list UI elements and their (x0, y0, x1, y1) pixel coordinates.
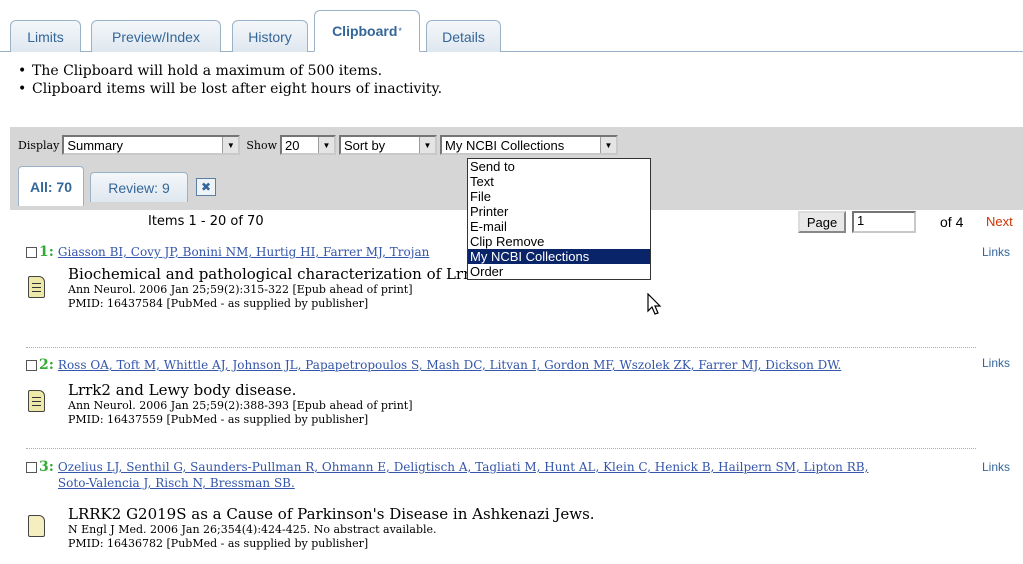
record-checkbox[interactable] (26, 360, 37, 371)
sort-select[interactable]: Sort by ▼ (339, 135, 437, 155)
page-total: of 4 (940, 214, 964, 230)
record-header: 3: Ozelius LJ, Senthil G, Saunders-Pullm… (26, 459, 868, 491)
record-source: Ann Neurol. 2006 Jan 25;59(2):388-393 [E… (68, 399, 413, 412)
record-title: Lrrk2 and Lewy body disease. (68, 381, 297, 399)
next-link[interactable]: Next (986, 214, 1013, 229)
dropdown-option-printer[interactable]: Printer (468, 204, 650, 219)
dropdown-option-text[interactable]: Text (468, 174, 650, 189)
note-item: Clipboard items will be lost after eight… (18, 80, 442, 98)
record-authors-line1[interactable]: Ozelius LJ, Senthil G, Saunders-Pullman … (58, 460, 868, 474)
record-authors-link[interactable]: Giasson BI, Covy JP, Bonini NM, Hurtig H… (58, 244, 429, 260)
page-button[interactable]: Page (798, 211, 846, 233)
record-title: LRRK2 G2019S as a Cause of Parkinson's D… (68, 505, 595, 523)
wrench-icon[interactable]: ✖ (196, 178, 216, 196)
page-input[interactable]: 1 (852, 211, 916, 233)
record-source: N Engl J Med. 2006 Jan 26;354(4):424-425… (68, 523, 437, 536)
record-pmid: PMID: 16437584 [PubMed - as supplied by … (68, 297, 369, 310)
clipboard-notes: The Clipboard will hold a maximum of 500… (18, 62, 442, 98)
show-select[interactable]: 20 ▼ (280, 135, 336, 155)
tab-all[interactable]: All: 70 (18, 166, 84, 206)
links-link[interactable]: Links (982, 460, 1010, 474)
record-separator (26, 347, 976, 348)
record-body: Lrrk2 and Lewy body disease. Ann Neurol.… (68, 381, 413, 427)
links-link[interactable]: Links (982, 245, 1010, 259)
note-item: The Clipboard will hold a maximum of 500… (18, 62, 442, 80)
record-authors-line2[interactable]: Soto-Valencia J, Risch N, Bressman SB. (58, 476, 295, 490)
document-icon[interactable] (28, 515, 45, 537)
chevron-down-icon: ▼ (318, 137, 334, 153)
chevron-down-icon: ▼ (419, 137, 435, 153)
dropdown-option-send-to[interactable]: Send to (468, 159, 650, 174)
record-number: 1: (39, 244, 54, 260)
record-header: 2: Ross OA, Toft M, Whittle AJ, Johnson … (26, 357, 841, 373)
display-select[interactable]: Summary ▼ (62, 135, 241, 155)
dropdown-option-clip-remove[interactable]: Clip Remove (468, 234, 650, 249)
dropdown-option-email[interactable]: E-mail (468, 219, 650, 234)
document-icon[interactable] (28, 276, 45, 298)
record-checkbox[interactable] (26, 247, 37, 258)
record-separator (26, 448, 976, 449)
sort-select-value: Sort by (344, 137, 386, 153)
record-body: LRRK2 G2019S as a Cause of Parkinson's D… (68, 505, 595, 551)
record-pmid: PMID: 16437559 [PubMed - as supplied by … (68, 413, 369, 426)
tab-clipboard-label: Clipboard (332, 23, 398, 39)
display-select-value: Summary (67, 137, 123, 153)
dropdown-option-order[interactable]: Order (468, 264, 650, 279)
record-authors-link[interactable]: Ozelius LJ, Senthil G, Saunders-Pullman … (58, 459, 868, 491)
record-number: 3: (39, 459, 54, 475)
record-title: Biochemical and pathological characteriz… (68, 265, 489, 283)
show-label: Show (246, 138, 277, 152)
record-header: 1: Giasson BI, Covy JP, Bonini NM, Hurti… (26, 244, 429, 260)
chevron-down-icon: ▼ (600, 137, 616, 153)
links-link[interactable]: Links (982, 356, 1010, 370)
record-source: Ann Neurol. 2006 Jan 25;59(2):315-322 [E… (68, 283, 413, 296)
send-to-dropdown-list: Send to Text File Printer E-mail Clip Re… (467, 158, 651, 280)
tab-clipboard[interactable]: Clipboard (314, 10, 420, 52)
record-authors-link[interactable]: Ross OA, Toft M, Whittle AJ, Johnson JL,… (58, 357, 841, 373)
record-number: 2: (39, 357, 54, 373)
items-count: Items 1 - 20 of 70 (148, 214, 264, 229)
tab-bar: Limits Preview/Index History Clipboard D… (0, 0, 1023, 52)
mouse-cursor-icon (647, 293, 662, 315)
tab-preview-index[interactable]: Preview/Index (91, 20, 221, 52)
tab-history[interactable]: History (232, 20, 308, 52)
document-icon[interactable] (28, 390, 45, 412)
display-label: Display (18, 138, 60, 152)
send-to-select-value: My NCBI Collections (445, 137, 565, 153)
record-checkbox[interactable] (26, 462, 37, 473)
tab-review[interactable]: Review: 9 (90, 172, 188, 202)
tab-details[interactable]: Details (426, 20, 501, 52)
display-toolbar: Display Summary ▼ Show 20 ▼ Sort by ▼ My… (18, 135, 618, 155)
record-body: Biochemical and pathological characteriz… (68, 265, 489, 311)
record-pmid: PMID: 16436782 [PubMed - as supplied by … (68, 537, 369, 550)
dropdown-option-my-ncbi-collections[interactable]: My NCBI Collections (468, 249, 650, 264)
show-select-value: 20 (285, 137, 300, 153)
send-to-select[interactable]: My NCBI Collections ▼ (440, 135, 618, 155)
tab-limits[interactable]: Limits (10, 20, 81, 52)
chevron-down-icon: ▼ (222, 137, 239, 153)
dropdown-option-file[interactable]: File (468, 189, 650, 204)
